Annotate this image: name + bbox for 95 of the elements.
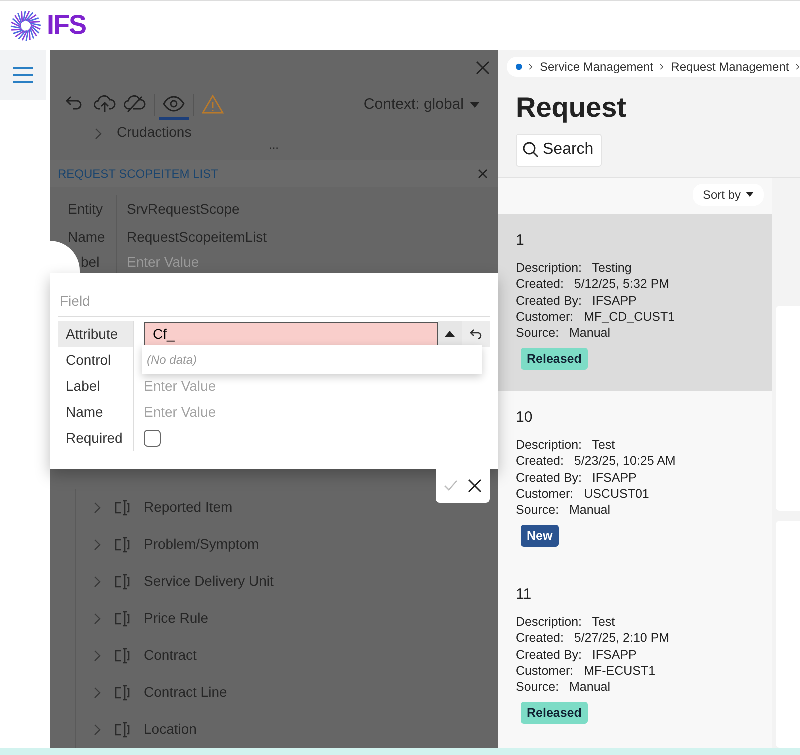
text-field-icon — [114, 648, 132, 664]
sort-button[interactable]: Sort by — [692, 184, 764, 206]
search-button[interactable]: Search — [516, 134, 602, 167]
cloud-upload-icon — [94, 94, 116, 114]
page-title: Request — [516, 91, 628, 125]
request-detail: Created By: IFSAPP — [516, 292, 638, 309]
field-label: Entity — [67, 200, 104, 219]
text-field-icon — [114, 574, 132, 590]
caret-icon — [445, 331, 455, 337]
request-number: 10 — [516, 408, 534, 428]
tree-item[interactable]: Location — [144, 719, 197, 740]
warning-icon — [202, 94, 224, 114]
chevron-icon[interactable] — [94, 686, 102, 698]
request-number: 11 — [516, 584, 533, 605]
undo-button[interactable] — [462, 321, 490, 347]
attribute-field[interactable]: Cf_ — [144, 322, 438, 346]
tree-item[interactable]: Service Delivery Unit — [144, 571, 274, 592]
field-label: Name — [67, 228, 106, 246]
request-detail: Description: Testing — [516, 260, 633, 276]
request-detail: Created: 5/12/25, 5:32 PM — [516, 276, 671, 293]
field-value: RequestScopeitemList — [127, 228, 268, 247]
popup-title: Field — [58, 291, 490, 317]
text-field-icon — [114, 684, 132, 700]
tree-item[interactable]: Contract — [144, 645, 197, 666]
status-badge: Released — [521, 348, 588, 370]
dropdown-list: (No data) — [142, 345, 482, 374]
request-detail: Customer: MF-ECUST1 — [516, 662, 657, 680]
field-label: Label — [58, 373, 134, 399]
chevron-icon[interactable] — [94, 650, 102, 662]
logo-text: IFS — [47, 9, 86, 42]
field-label: Required — [58, 425, 134, 451]
field-label: Name — [58, 399, 134, 425]
text-field-icon — [114, 610, 132, 626]
request-detail: Description: Test — [516, 437, 616, 454]
caret-icon — [470, 102, 480, 108]
request-detail: Customer: MF_CD_CUST1 — [516, 308, 676, 326]
request-card[interactable]: 1 Description: Testing Created: 5/12/25, 5:32 PM Created By: IFSAPP Customer: MF_CD_CUST1 Source: Manual Released — [498, 214, 772, 391]
request-detail: Created By: IFSAPP — [516, 646, 638, 663]
close-icon — [468, 478, 482, 493]
request-detail: Created: 5/23/25, 10:25 AM — [516, 453, 677, 470]
request-card[interactable]: 10 Description: Test Created: 5/23/25, 10:25 AM Created By: IFSAPP Customer: USCUST01 Source: Manual New — [498, 390, 772, 568]
chevron-icon — [660, 62, 664, 72]
field-value: SrvRequestScope — [127, 200, 240, 219]
field-label: bel — [81, 252, 101, 272]
field-label: Control — [58, 347, 134, 373]
section-title: REQUEST SCOPEITEM LIST — [58, 166, 218, 183]
text-field-icon — [114, 500, 132, 516]
caret-icon — [746, 192, 754, 198]
home-icon[interactable] — [516, 62, 522, 72]
breadcrumb-link[interactable]: Service Management — [540, 58, 654, 76]
logo-icon — [9, 8, 43, 42]
chevron-icon[interactable] — [94, 576, 102, 588]
request-detail: Created By: IFSAPP — [516, 470, 638, 486]
close-icon — [478, 168, 488, 179]
text-field[interactable]: Enter Value — [144, 402, 490, 422]
cloud-off-icon — [124, 94, 146, 114]
request-detail: Description: Test — [516, 614, 616, 630]
check-icon — [444, 480, 458, 492]
request-detail: Created: 5/27/25, 2:10 PM — [516, 630, 671, 647]
text-field[interactable]: Enter Value — [144, 376, 490, 396]
collapse-button[interactable] — [438, 321, 462, 347]
request-card[interactable]: 11 Description: Test Created: 5/27/25, 2:10 PM Created By: IFSAPP Customer: MF-ECUST1 Source: Manual Released — [498, 568, 772, 745]
required-checkbox[interactable] — [144, 430, 161, 446]
chevron-icon[interactable] — [94, 538, 102, 550]
status-badge: Released — [521, 702, 588, 724]
text-field-icon — [114, 722, 132, 738]
tree-item[interactable]: Reported Item — [144, 497, 233, 518]
tree-item[interactable]: Problem/Symptom — [144, 534, 260, 555]
menu-icon — [12, 66, 34, 84]
search-icon — [523, 142, 539, 158]
field-label: Attribute — [58, 321, 134, 347]
eye-icon — [163, 94, 185, 114]
text-field-icon — [114, 536, 132, 552]
menu-button[interactable] — [0, 50, 46, 100]
context-dropdown[interactable]: Context: global — [356, 94, 488, 116]
breadcrumb-link[interactable]: Request Management — [671, 58, 790, 76]
chevron-icon[interactable] — [94, 724, 102, 736]
chevron-icon — [796, 62, 800, 72]
request-number: 1 — [516, 230, 526, 251]
request-detail: Customer: USCUST01 — [516, 486, 650, 502]
tree-item[interactable]: Contract Line — [144, 682, 228, 703]
request-detail: Source: Manual — [516, 325, 612, 342]
request-detail: Source: Manual — [516, 502, 612, 519]
close-button[interactable] — [478, 168, 488, 179]
more-dots[interactable]: ... — [50, 140, 498, 154]
chevron-icon — [529, 62, 534, 72]
tree-item[interactable]: Crudactions — [117, 124, 192, 140]
undo-icon — [469, 328, 483, 340]
chevron-icon[interactable] — [94, 612, 102, 624]
request-detail: Source: Manual — [516, 679, 612, 696]
tree-item[interactable]: Price Rule — [144, 608, 209, 629]
chevron-icon[interactable] — [95, 128, 103, 140]
status-badge: New — [521, 524, 559, 548]
chevron-icon[interactable] — [94, 502, 102, 514]
close-icon — [476, 60, 490, 75]
